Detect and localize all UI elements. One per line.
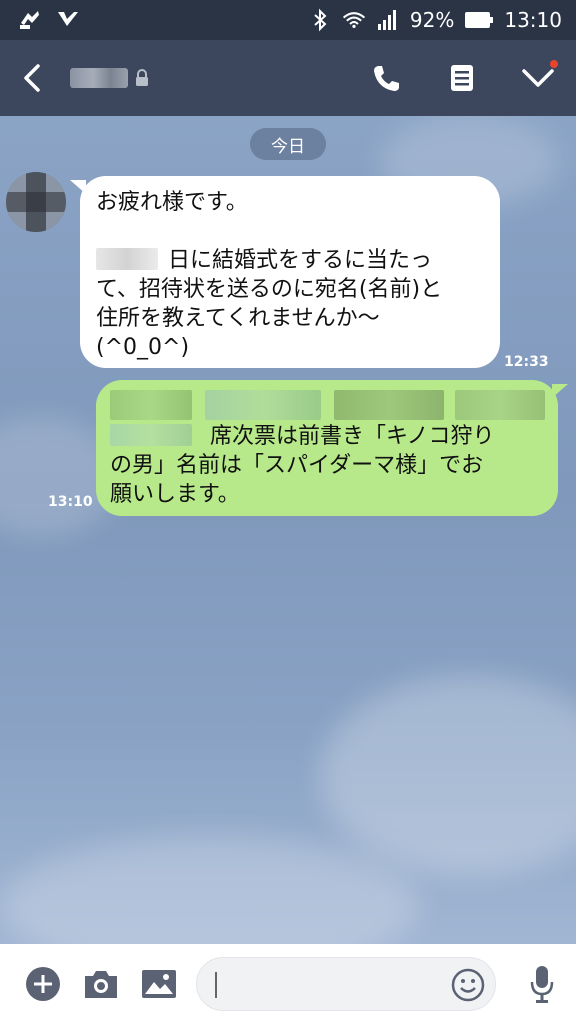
notification-dot xyxy=(550,60,558,68)
back-icon xyxy=(24,64,40,92)
message-text: 席次票は前書き「キノコ狩り xyxy=(210,424,495,449)
message-line: お疲れ様です。 xyxy=(96,190,248,215)
message-line: 願いします。 xyxy=(110,482,240,507)
message-input[interactable] xyxy=(213,968,433,1000)
message-time: 12:33 xyxy=(504,354,549,370)
plus-icon xyxy=(26,967,60,1001)
date-separator: 今日 xyxy=(250,128,326,160)
message-line: 住所を教えてくれませんか〜 xyxy=(96,306,380,331)
camera-icon xyxy=(85,971,117,998)
redacted-text xyxy=(96,248,158,270)
mic-icon xyxy=(530,966,554,1003)
battery-percent: 92% xyxy=(409,8,455,32)
message-line: の男」名前は「スパイダーマ様」でお xyxy=(110,453,484,478)
chevron-down-icon xyxy=(522,69,554,87)
chat-name-redacted xyxy=(70,68,128,88)
mic-button[interactable] xyxy=(522,959,562,1009)
status-time: 13:10 xyxy=(504,8,562,32)
back-button[interactable] xyxy=(12,58,52,98)
avatar[interactable] xyxy=(6,172,66,232)
call-button[interactable] xyxy=(368,60,404,96)
message-line: (^0_0^) xyxy=(96,335,190,360)
message-field[interactable] xyxy=(196,957,496,1011)
message-line: て、招待状を送るのに宛名(名前)と xyxy=(96,277,443,302)
signal-icon xyxy=(376,8,400,32)
plus-button[interactable] xyxy=(14,959,72,1009)
emoji-icon xyxy=(451,968,485,1002)
image-icon xyxy=(142,970,176,998)
image-button[interactable] xyxy=(130,959,188,1009)
battery-icon xyxy=(464,8,494,32)
more-button[interactable] xyxy=(520,60,558,96)
notification-icon xyxy=(18,8,42,32)
message-text: 日に結婚式をするに当たっ xyxy=(168,248,433,273)
bluetooth-icon xyxy=(308,8,332,32)
status-bar: 92% 13:10 xyxy=(0,0,576,40)
phone-icon xyxy=(374,66,399,91)
message-time: 13:10 xyxy=(48,494,93,510)
menu-icon xyxy=(451,65,473,91)
notes-button[interactable] xyxy=(444,60,480,96)
lock-icon xyxy=(134,69,152,87)
emoji-button[interactable] xyxy=(449,966,487,1004)
wifi-icon xyxy=(342,8,366,32)
camera-button[interactable] xyxy=(72,959,130,1009)
chat-header xyxy=(0,40,576,116)
message-line: 日に結婚式をするに当たっ xyxy=(96,246,484,275)
text-caret xyxy=(215,972,217,998)
message-line: 席次票は前書き「キノコ狩り xyxy=(110,422,544,451)
check-app-icon xyxy=(56,8,80,32)
redacted-text xyxy=(110,424,192,446)
input-bar xyxy=(0,944,576,1024)
incoming-message-bubble[interactable]: お疲れ様です。 日に結婚式をするに当たっ て、招待状を送るのに宛名(名前)と 住… xyxy=(70,176,500,368)
redacted-line xyxy=(110,390,545,420)
chat-area[interactable]: 今日 お疲れ様です。 日に結婚式をするに当たっ て、招待状を送るのに宛名(名前)… xyxy=(0,116,576,944)
outgoing-message-bubble[interactable]: 席次票は前書き「キノコ狩り の男」名前は「スパイダーマ様」でお 願いします。 xyxy=(96,380,568,516)
